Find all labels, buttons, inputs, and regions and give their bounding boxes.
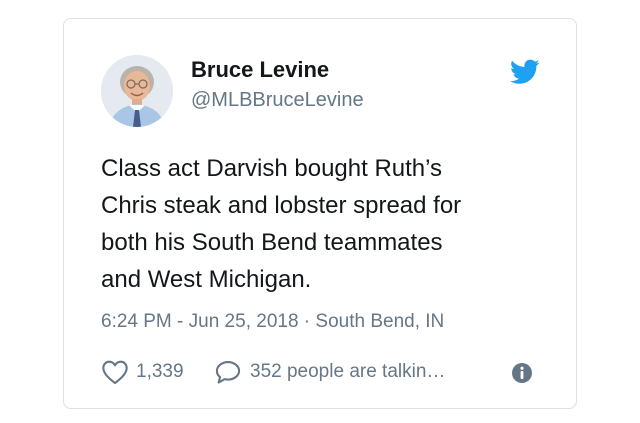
avatar-photo bbox=[101, 55, 173, 127]
user-handle[interactable]: @MLBBruceLevine bbox=[191, 89, 364, 112]
tweet-card[interactable]: Bruce Levine @MLBBruceLevine Class act D… bbox=[63, 18, 577, 409]
like-count: 1,339 bbox=[136, 361, 184, 382]
speech-bubble-icon bbox=[215, 361, 241, 384]
twitter-bird-icon[interactable] bbox=[510, 59, 540, 85]
heart-icon bbox=[102, 360, 128, 385]
conversation-label: 352 people are talkin… bbox=[250, 361, 446, 382]
avatar[interactable] bbox=[101, 55, 173, 127]
info-icon[interactable] bbox=[511, 362, 533, 384]
like-button[interactable]: 1,339 bbox=[101, 358, 184, 386]
tweet-text: Class act Darvish bought Ruth’s Chris st… bbox=[101, 155, 462, 293]
conversation-button[interactable]: 352 people are talkin… bbox=[214, 358, 445, 386]
tweet-timestamp-location[interactable]: 6:24 PM - Jun 25, 2018 · South Bend, IN bbox=[101, 311, 444, 333]
display-name[interactable]: Bruce Levine bbox=[191, 57, 329, 83]
tweet-actions: 1,339 352 people are talkin… bbox=[101, 358, 541, 386]
